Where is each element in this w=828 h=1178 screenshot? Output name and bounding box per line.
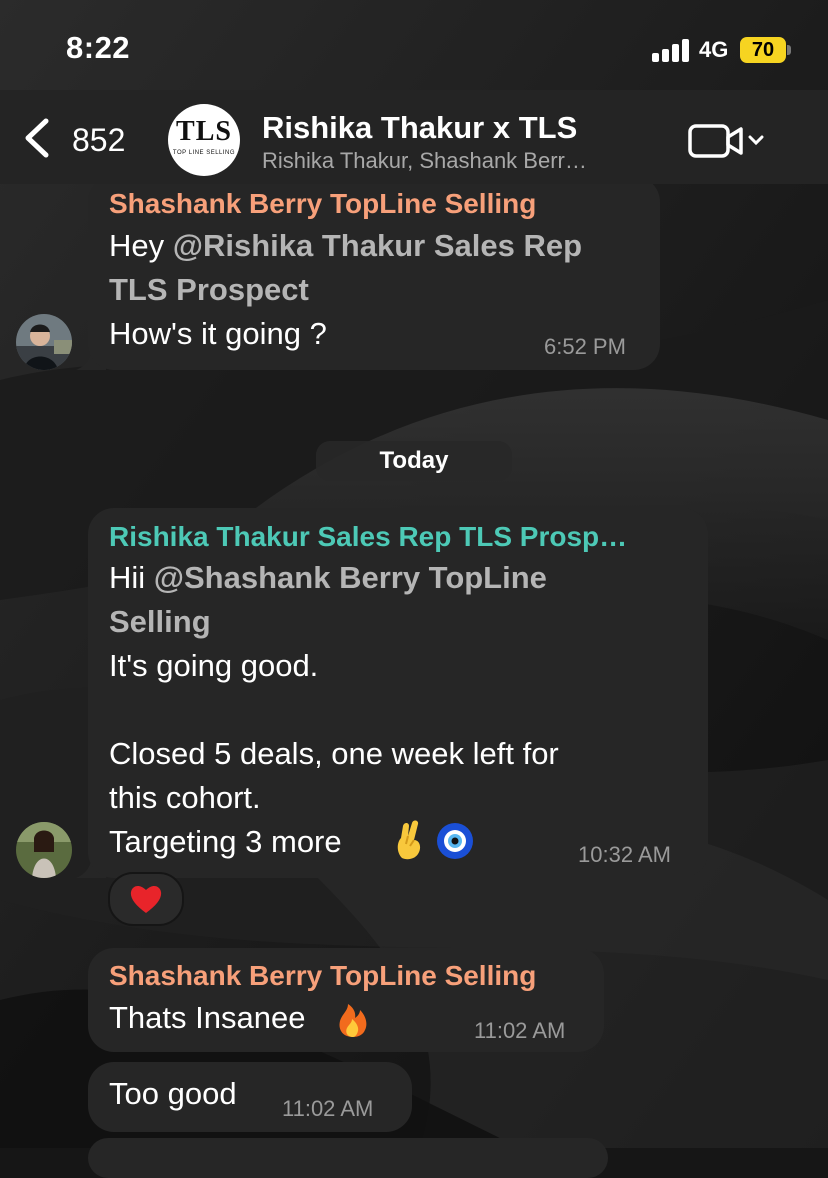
- heart-emoji: [130, 885, 162, 913]
- nazar-amulet-emoji: [437, 823, 473, 859]
- message-text: Hii: [109, 560, 154, 595]
- group-logo-text: TLS: [176, 116, 232, 147]
- message-text: Thats Insanee: [109, 1000, 306, 1035]
- message-text: Hey: [109, 228, 173, 263]
- day-separator: Today: [316, 441, 512, 481]
- message-sender[interactable]: Shashank Berry TopLine Selling: [109, 188, 536, 220]
- message-time: 11:02 AM: [282, 1096, 374, 1121]
- message-reaction[interactable]: [108, 872, 184, 926]
- message-bubble[interactable]: [88, 1138, 608, 1178]
- status-bar: 8:22 4G 70: [0, 0, 828, 90]
- unread-count[interactable]: 852: [72, 122, 125, 159]
- message-line: Hii @Shashank Berry TopLine: [109, 560, 547, 596]
- status-time: 8:22: [66, 30, 131, 65]
- back-chevron-icon[interactable]: [22, 118, 52, 158]
- message-bubble[interactable]: Rishika Thakur Sales Rep TLS Prosp… Hii …: [88, 508, 708, 878]
- video-call-icon[interactable]: [688, 124, 768, 158]
- network-type: 4G: [699, 37, 729, 62]
- crossed-fingers-emoji: [397, 820, 421, 860]
- fire-emoji: [339, 1004, 367, 1037]
- chat-participants[interactable]: Rishika Thakur, Shashank Berr…: [262, 148, 587, 174]
- message-line: Hey @Rishika Thakur Sales Rep: [109, 228, 582, 264]
- mention[interactable]: @Shashank Berry TopLine: [154, 560, 547, 595]
- chevron-down-icon: [748, 135, 764, 146]
- avatar[interactable]: [16, 314, 72, 370]
- message-text: Targeting 3 more: [109, 824, 342, 859]
- message-bubble[interactable]: Shashank Berry TopLine Selling Thats Ins…: [88, 948, 604, 1052]
- message-time: 6:52 PM: [544, 334, 626, 359]
- message-text: Too good: [109, 1076, 237, 1111]
- message-time: 11:02 AM: [474, 1018, 566, 1043]
- chat-title[interactable]: Rishika Thakur x TLS: [262, 110, 577, 146]
- message-bubble[interactable]: Shashank Berry TopLine Selling Hey @Rish…: [88, 176, 660, 370]
- message-sender[interactable]: Rishika Thakur Sales Rep TLS Prosp…: [109, 521, 627, 553]
- signal-icon: [652, 38, 692, 62]
- message-text: this cohort.: [109, 780, 261, 815]
- mention[interactable]: @Rishika Thakur Sales Rep: [173, 228, 582, 263]
- message-bubble[interactable]: Too good 11:02 AM: [88, 1062, 412, 1132]
- chat-header: 852 TLS TOP LINE SELLING Rishika Thakur …: [0, 90, 828, 184]
- group-logo-tagline: TOP LINE SELLING: [172, 150, 236, 156]
- message-text: How's it going ?: [109, 316, 327, 351]
- message-sender[interactable]: Shashank Berry TopLine Selling: [109, 960, 536, 992]
- avatar[interactable]: [16, 822, 72, 878]
- mention[interactable]: Selling: [109, 604, 211, 640]
- message-time: 10:32 AM: [578, 842, 671, 867]
- mention[interactable]: TLS Prospect: [109, 272, 309, 308]
- group-avatar[interactable]: TLS TOP LINE SELLING: [168, 104, 240, 176]
- message-text: It's going good.: [109, 648, 319, 683]
- message-text: Closed 5 deals, one week left for: [109, 736, 559, 771]
- battery-icon: 70: [740, 37, 791, 63]
- battery-level: 70: [740, 37, 786, 63]
